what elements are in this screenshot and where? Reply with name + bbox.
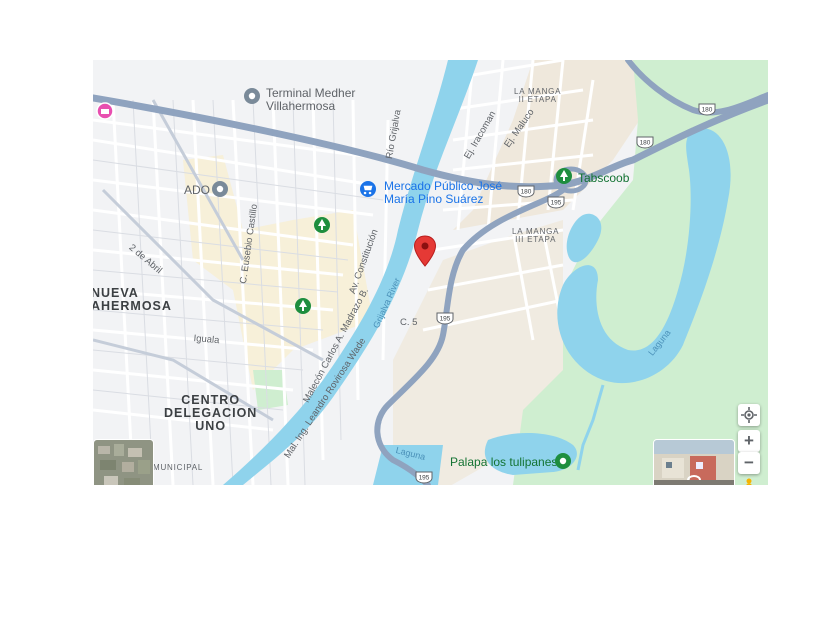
highway-shield-180-b: 180 — [636, 135, 654, 154]
transit-icon — [244, 88, 260, 104]
svg-text:195: 195 — [440, 316, 451, 323]
svg-text:180: 180 — [521, 189, 532, 196]
highway-shield-195-c: 195 — [415, 470, 433, 485]
hotel-icon — [96, 102, 114, 120]
svg-text:195: 195 — [419, 475, 430, 482]
pegman-button[interactable] — [743, 478, 755, 485]
poi-tabscoob-marker[interactable] — [555, 167, 573, 190]
park-marker-1[interactable] — [313, 216, 331, 239]
map-canvas[interactable]: 180 180 180 195 195 195 Terminal Medher … — [93, 60, 768, 485]
park-marker-2[interactable] — [294, 297, 312, 320]
svg-text:195: 195 — [551, 200, 562, 207]
shopping-cart-icon — [360, 181, 376, 197]
park-icon — [295, 298, 311, 314]
street-c5: C. 5 — [400, 317, 418, 328]
poi-ado-label[interactable]: ADO — [184, 184, 210, 197]
highway-shield-180-c: 180 — [517, 184, 535, 203]
transit-icon — [212, 181, 228, 197]
highway-shield-195-b: 195 — [436, 311, 454, 330]
street-view-preview-image — [654, 440, 734, 485]
park-icon — [555, 453, 571, 469]
park-icon — [556, 168, 572, 184]
my-location-icon — [741, 407, 757, 423]
highway-shield-180: 180 — [698, 102, 716, 121]
satellite-layer-thumbnail[interactable] — [93, 439, 154, 485]
poi-palapa-label[interactable]: Palapa los tulipanes — [450, 456, 557, 469]
my-location-button[interactable] — [738, 404, 760, 426]
pegman-icon — [746, 478, 752, 485]
map-pin[interactable] — [413, 235, 437, 272]
poi-ado-marker[interactable] — [211, 180, 229, 203]
zoom-out-button[interactable]: − — [738, 452, 760, 474]
map-pin-icon — [413, 235, 437, 267]
highway-shield-195: 195 — [547, 195, 565, 214]
satellite-preview-image — [94, 440, 153, 485]
poi-palapa-marker[interactable] — [554, 452, 572, 475]
zoom-in-button[interactable]: + — [738, 430, 760, 452]
hotel-marker[interactable] — [96, 102, 114, 125]
poi-terminal-label[interactable]: Terminal Medher Villahermosa — [266, 87, 355, 112]
poi-mercado-label[interactable]: Mercado Público José María Pino Suárez — [384, 180, 502, 205]
poi-mercado-marker[interactable] — [359, 180, 377, 203]
neighborhood-municipal: MUNICIPAL — [153, 463, 204, 472]
svg-text:180: 180 — [702, 107, 713, 114]
neighborhood-centro: CENTRO DELEGACION UNO — [164, 393, 258, 434]
neighborhood-la-manga-ii: LA MANGA II ETAPA — [514, 87, 562, 105]
poi-tabscoob-label[interactable]: Tabscoob — [578, 172, 629, 185]
neighborhood-la-manga-iii: LA MANGA III ETAPA — [512, 227, 560, 245]
neighborhood-nueva-villahermosa: NUEVA AHERMOSA — [93, 286, 172, 314]
poi-terminal-marker[interactable] — [243, 87, 261, 110]
park-icon — [314, 217, 330, 233]
street-view-thumbnail[interactable] — [653, 439, 735, 485]
street-iguala: Iguala — [193, 333, 220, 347]
svg-text:180: 180 — [640, 140, 651, 147]
